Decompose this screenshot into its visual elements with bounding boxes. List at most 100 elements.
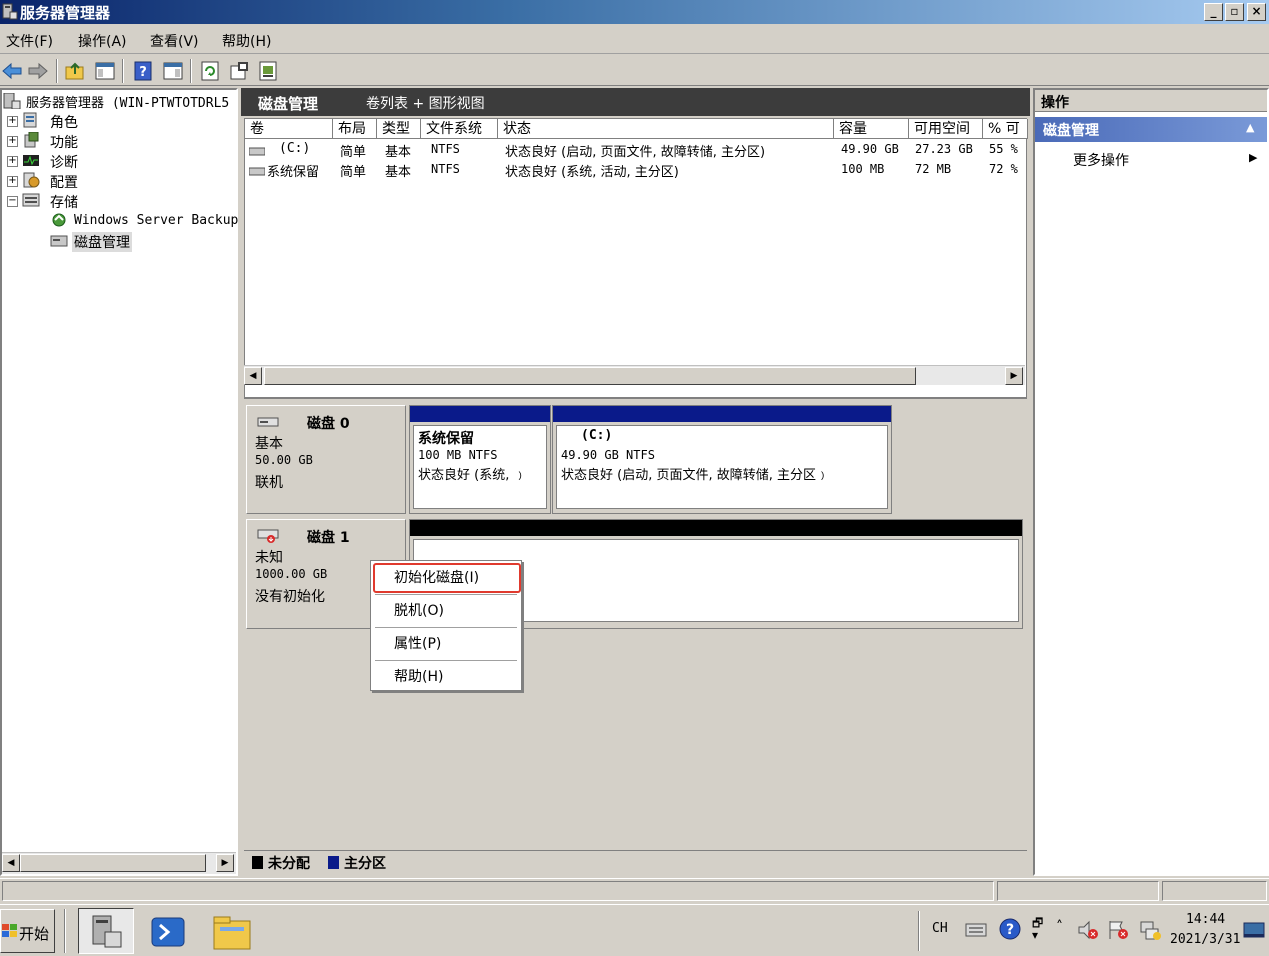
partition-name: 系统保留 bbox=[418, 431, 474, 447]
col-volume[interactable]: 卷 bbox=[245, 119, 333, 139]
help-icon[interactable]: ? bbox=[132, 60, 154, 82]
partition-info: 100 MB NTFS bbox=[418, 448, 498, 462]
actions-section-header[interactable]: 磁盘管理 ▲ bbox=[1035, 117, 1267, 142]
folder-up-icon[interactable] bbox=[64, 60, 86, 82]
more-actions-item[interactable]: 更多操作 ▶ bbox=[1035, 148, 1267, 172]
legend-unallocated: 未分配 bbox=[268, 856, 310, 872]
network-icon[interactable] bbox=[1138, 919, 1162, 941]
forward-arrow-icon[interactable] bbox=[27, 60, 49, 82]
menu-file[interactable]: 文件(F) bbox=[6, 31, 53, 51]
scroll-thumb[interactable] bbox=[264, 367, 916, 385]
help-icon[interactable]: ? bbox=[998, 917, 1022, 941]
partition-status: 状态良好 (系统, ﹚ bbox=[418, 468, 527, 483]
tree-root[interactable]: 服务器管理器 (WIN-PTWTOTDRL5 bbox=[26, 92, 229, 111]
more-actions-label: 更多操作 bbox=[1073, 153, 1129, 169]
keyboard-icon[interactable] bbox=[965, 919, 987, 939]
col-layout[interactable]: 布局 bbox=[333, 119, 377, 139]
action-center-icon[interactable] bbox=[1106, 919, 1130, 941]
center-header: 磁盘管理 卷列表 + 图形视图 bbox=[241, 88, 1030, 116]
cell-free: 27.23 GB bbox=[915, 142, 973, 156]
actions-header: 操作 bbox=[1035, 90, 1267, 112]
expand-features[interactable]: + bbox=[7, 136, 18, 147]
minimize-button[interactable]: _ bbox=[1204, 3, 1223, 21]
clock-time: 14:44 bbox=[1186, 912, 1226, 927]
volume-icon bbox=[249, 147, 265, 156]
col-type[interactable]: 类型 bbox=[377, 119, 421, 139]
collapse-icon[interactable]: ▲ bbox=[1246, 121, 1254, 134]
menu-view[interactable]: 查看(V) bbox=[150, 31, 199, 51]
configuration-icon bbox=[23, 172, 40, 188]
explorer-icon[interactable] bbox=[212, 913, 252, 951]
export-icon[interactable] bbox=[257, 60, 279, 82]
language-indicator[interactable]: CH bbox=[932, 921, 948, 936]
col-percent[interactable]: % 可月 bbox=[983, 119, 1028, 139]
scroll-left-button[interactable]: ◀ bbox=[244, 367, 262, 385]
expand-roles[interactable]: + bbox=[7, 116, 18, 127]
disk-management-icon bbox=[50, 235, 68, 247]
windows-logo-icon bbox=[2, 924, 17, 937]
col-fs[interactable]: 文件系统 bbox=[421, 119, 498, 139]
scroll-right-button[interactable]: ▶ bbox=[216, 854, 234, 872]
tree-item-storage[interactable]: 存储 bbox=[50, 192, 78, 212]
scroll-right-button[interactable]: ▶ bbox=[1005, 367, 1023, 385]
properties-icon[interactable] bbox=[228, 60, 250, 82]
show-hide-action-icon[interactable] bbox=[162, 60, 184, 82]
expand-config[interactable]: + bbox=[7, 176, 18, 187]
menu-item-offline[interactable]: 脱机(O) bbox=[373, 596, 519, 626]
menu-item-properties[interactable]: 属性(P) bbox=[373, 629, 519, 659]
partition-system-reserved[interactable]: 系统保留 100 MB NTFS 状态良好 (系统, ﹚ bbox=[409, 405, 551, 514]
window-title: 服务器管理器 bbox=[20, 4, 111, 22]
actions-title: 操作 bbox=[1041, 95, 1069, 111]
col-capacity[interactable]: 容量 bbox=[834, 119, 909, 139]
close-button[interactable]: × bbox=[1247, 3, 1266, 21]
clock-date[interactable]: 2021/3/31 bbox=[1170, 932, 1240, 947]
cell-status: 状态良好 (系统, 活动, 主分区) bbox=[505, 165, 679, 180]
cell-percent: 55 % bbox=[989, 142, 1018, 156]
tray-overflow-icon[interactable]: 🗗 ▾ bbox=[1032, 917, 1043, 941]
tree-item-diagnostics[interactable]: 诊断 bbox=[50, 152, 78, 172]
center-pane: 磁盘管理 卷列表 + 图形视图 卷 布局 类型 文件系统 状态 容量 可用空间 … bbox=[241, 88, 1030, 876]
powershell-icon[interactable] bbox=[150, 915, 186, 949]
list-hscrollbar[interactable]: ◀ ▶ bbox=[244, 365, 1025, 385]
scroll-thumb[interactable] bbox=[20, 854, 206, 872]
col-status[interactable]: 状态 bbox=[498, 119, 834, 139]
back-arrow-icon[interactable] bbox=[1, 60, 23, 82]
start-button[interactable]: 开始 bbox=[0, 909, 55, 953]
menu-item-help[interactable]: 帮助(H) bbox=[373, 662, 519, 692]
disk0-name: 磁盘 0 bbox=[307, 416, 350, 432]
menu-action[interactable]: 操作(A) bbox=[78, 31, 127, 51]
expand-diagnostics[interactable]: + bbox=[7, 156, 18, 167]
refresh-icon[interactable] bbox=[199, 60, 221, 82]
tree-item-wsb[interactable]: Windows Server Backup bbox=[74, 213, 238, 228]
cell-type: 基本 bbox=[385, 165, 412, 180]
actions-pane: 操作 磁盘管理 ▲ 更多操作 ▶ bbox=[1033, 88, 1269, 876]
menu-help[interactable]: 帮助(H) bbox=[222, 31, 271, 51]
table-row[interactable]: 系统保留 简单 基本 NTFS 状态良好 (系统, 活动, 主分区) 100 M… bbox=[245, 161, 1026, 181]
show-desktop-icon[interactable] bbox=[1243, 919, 1265, 941]
cell-status: 状态良好 (启动, 页面文件, 故障转储, 主分区) bbox=[505, 145, 766, 160]
volume-muted-icon[interactable] bbox=[1076, 919, 1100, 941]
col-free[interactable]: 可用空间 bbox=[909, 119, 983, 139]
scroll-left-button[interactable]: ◀ bbox=[2, 854, 20, 872]
table-row[interactable]: (C:) 简单 基本 NTFS 状态良好 (启动, 页面文件, 故障转储, 主分… bbox=[245, 141, 1026, 161]
disk-unknown-icon bbox=[257, 529, 279, 543]
maximize-button[interactable]: ▫ bbox=[1225, 3, 1244, 21]
show-hidden-icons[interactable]: ˄ bbox=[1056, 919, 1063, 935]
taskbar-server-manager[interactable] bbox=[78, 908, 134, 954]
tree-item-roles[interactable]: 角色 bbox=[50, 112, 78, 132]
tree-item-config[interactable]: 配置 bbox=[50, 172, 78, 192]
disk1-kind: 未知 bbox=[255, 550, 283, 566]
disk0-size: 50.00 GB bbox=[255, 453, 313, 467]
taskbar: 开始 CH ? 🗗 ▾ ˄ 14:44 2021/3/31 bbox=[0, 904, 1269, 956]
tree-hscrollbar[interactable]: ◀ ▶ bbox=[2, 852, 236, 874]
show-hide-icon[interactable] bbox=[94, 60, 116, 82]
disk0-label[interactable]: 磁盘 0 基本 50.00 GB 联机 bbox=[246, 405, 406, 514]
center-title: 磁盘管理 bbox=[258, 95, 319, 113]
partition-c[interactable]: (C:) 49.90 GB NTFS 状态良好 (启动, 页面文件, 故障转储,… bbox=[552, 405, 892, 514]
disk1-state: 没有初始化 bbox=[255, 589, 325, 605]
tree-item-diskmgmt[interactable]: 磁盘管理 bbox=[72, 232, 132, 252]
collapse-storage[interactable]: − bbox=[7, 196, 18, 207]
tree-item-features[interactable]: 功能 bbox=[50, 132, 78, 152]
disk0-state: 联机 bbox=[255, 475, 283, 491]
taskbar-separator bbox=[64, 909, 66, 953]
